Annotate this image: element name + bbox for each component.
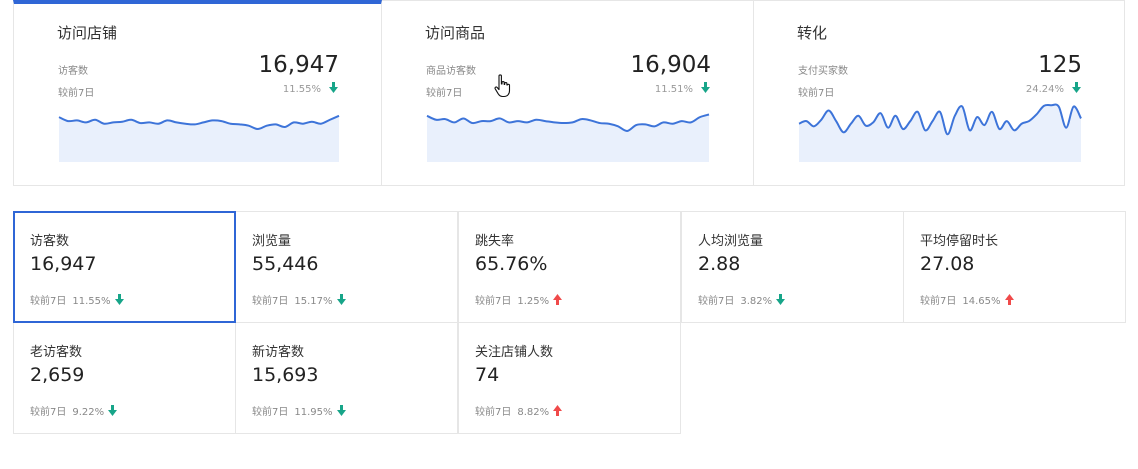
compare-label: 较前7日 bbox=[252, 296, 289, 307]
metric-bounce-rate[interactable]: 跳失率 65.76% 较前7日 1.25% bbox=[458, 211, 681, 323]
card-title: 访问商品 bbox=[425, 24, 486, 42]
change-value: 8.82% bbox=[517, 407, 550, 418]
compare-label: 较前7日 bbox=[252, 407, 289, 418]
metric-returning-visitors[interactable]: 老访客数 2,659 较前7日 9.22% bbox=[13, 322, 236, 434]
metric-avg-stay-time[interactable]: 平均停留时长 27.08 较前7日 14.65% bbox=[903, 211, 1126, 323]
card-conversion[interactable]: 转化 支付买家数 较前7日 125 24.24% bbox=[754, 0, 1125, 186]
metric-compare: 较前7日 15.17% bbox=[252, 292, 346, 307]
metric-label: 跳失率 bbox=[475, 234, 515, 249]
change-value: 9.22% bbox=[72, 407, 105, 418]
change-value: 11.95% bbox=[294, 407, 333, 418]
metrics-grid: 访客数 16,947 较前7日 11.55% 浏览量 55,446 较前7日 15.… bbox=[13, 211, 1127, 435]
metric-value: 65.76% bbox=[475, 253, 548, 275]
compare-label: 较前7日 bbox=[30, 296, 67, 307]
arrow-down-icon bbox=[114, 294, 124, 305]
arrow-up-icon bbox=[553, 405, 563, 416]
page: 访问店铺 访客数 较前7日 16,947 11.55% 访问商品 商品访客数 较… bbox=[0, 0, 1138, 469]
metric-label: 浏览量 bbox=[252, 234, 292, 249]
arrow-up-icon bbox=[1004, 294, 1014, 305]
card-metric-label: 支付买家数 bbox=[798, 66, 848, 77]
change-value: 15.17% bbox=[294, 296, 333, 307]
metric-visitors[interactable]: 访客数 16,947 较前7日 11.55% bbox=[13, 211, 236, 323]
metric-pageviews[interactable]: 浏览量 55,446 较前7日 15.17% bbox=[235, 211, 458, 323]
card-sparkline bbox=[798, 103, 1082, 162]
card-change: 24.24% bbox=[1025, 84, 1064, 95]
card-metric-label: 访客数 bbox=[58, 66, 88, 77]
metric-label: 关注店铺人数 bbox=[475, 345, 554, 360]
card-title: 转化 bbox=[797, 24, 828, 42]
summary-cards: 访问店铺 访客数 较前7日 16,947 11.55% 访问商品 商品访客数 较… bbox=[13, 0, 1125, 186]
card-sparkline bbox=[426, 113, 710, 162]
compare-label: 较前7日 bbox=[475, 296, 512, 307]
card-visit-product[interactable]: 访问商品 商品访客数 较前7日 16,904 11.51% bbox=[382, 0, 754, 186]
metric-compare: 较前7日 1.25% bbox=[475, 292, 563, 307]
arrow-down-icon bbox=[776, 294, 786, 305]
card-value: 125 bbox=[1038, 52, 1082, 78]
card-value: 16,904 bbox=[630, 52, 711, 78]
change-value: 1.25% bbox=[517, 296, 550, 307]
arrow-down-icon bbox=[336, 405, 346, 416]
metric-value: 55,446 bbox=[252, 253, 319, 275]
change-value: 3.82% bbox=[740, 296, 773, 307]
metric-shop-followers[interactable]: 关注店铺人数 74 较前7日 8.82% bbox=[458, 322, 681, 434]
compare-label: 较前7日 bbox=[30, 407, 67, 418]
metric-label: 平均停留时长 bbox=[920, 234, 999, 249]
metric-new-visitors[interactable]: 新访客数 15,693 较前7日 11.95% bbox=[235, 322, 458, 434]
arrow-down-icon bbox=[108, 405, 118, 416]
card-value: 16,947 bbox=[258, 52, 339, 78]
card-visit-shop[interactable]: 访问店铺 访客数 较前7日 16,947 11.55% bbox=[13, 0, 382, 186]
hand-pointer-icon bbox=[494, 74, 511, 98]
metric-label: 老访客数 bbox=[30, 345, 83, 360]
card-change: 11.51% bbox=[654, 84, 693, 95]
arrow-down-icon bbox=[1072, 82, 1081, 93]
metric-value: 74 bbox=[475, 364, 500, 386]
card-metric-label: 商品访客数 bbox=[426, 66, 476, 77]
metric-value: 15,693 bbox=[252, 364, 319, 386]
arrow-down-icon bbox=[329, 82, 338, 93]
arrow-down-icon bbox=[701, 82, 710, 93]
arrow-up-icon bbox=[553, 294, 563, 305]
metric-value: 27.08 bbox=[920, 253, 975, 275]
metric-value: 16,947 bbox=[30, 253, 97, 275]
metric-label: 新访客数 bbox=[252, 345, 305, 360]
metric-compare: 较前7日 11.95% bbox=[252, 403, 346, 418]
card-title: 访问店铺 bbox=[57, 24, 118, 42]
metric-compare: 较前7日 11.55% bbox=[30, 292, 124, 307]
metric-compare: 较前7日 9.22% bbox=[30, 403, 118, 418]
change-value: 14.65% bbox=[962, 296, 1001, 307]
change-value: 11.55% bbox=[72, 296, 111, 307]
metric-compare: 较前7日 8.82% bbox=[475, 403, 563, 418]
card-change: 11.55% bbox=[282, 84, 321, 95]
compare-label: 较前7日 bbox=[475, 407, 512, 418]
metric-views-per-visitor[interactable]: 人均浏览量 2.88 较前7日 3.82% bbox=[681, 211, 904, 323]
metric-label: 访客数 bbox=[30, 234, 70, 249]
metric-compare: 较前7日 3.82% bbox=[698, 292, 786, 307]
metric-value: 2.88 bbox=[698, 253, 741, 275]
metric-label: 人均浏览量 bbox=[698, 234, 764, 249]
metric-value: 2,659 bbox=[30, 364, 85, 386]
compare-label: 较前7日 bbox=[920, 296, 957, 307]
metric-compare: 较前7日 14.65% bbox=[920, 292, 1014, 307]
arrow-down-icon bbox=[336, 294, 346, 305]
compare-label: 较前7日 bbox=[698, 296, 735, 307]
card-sparkline bbox=[58, 114, 340, 162]
